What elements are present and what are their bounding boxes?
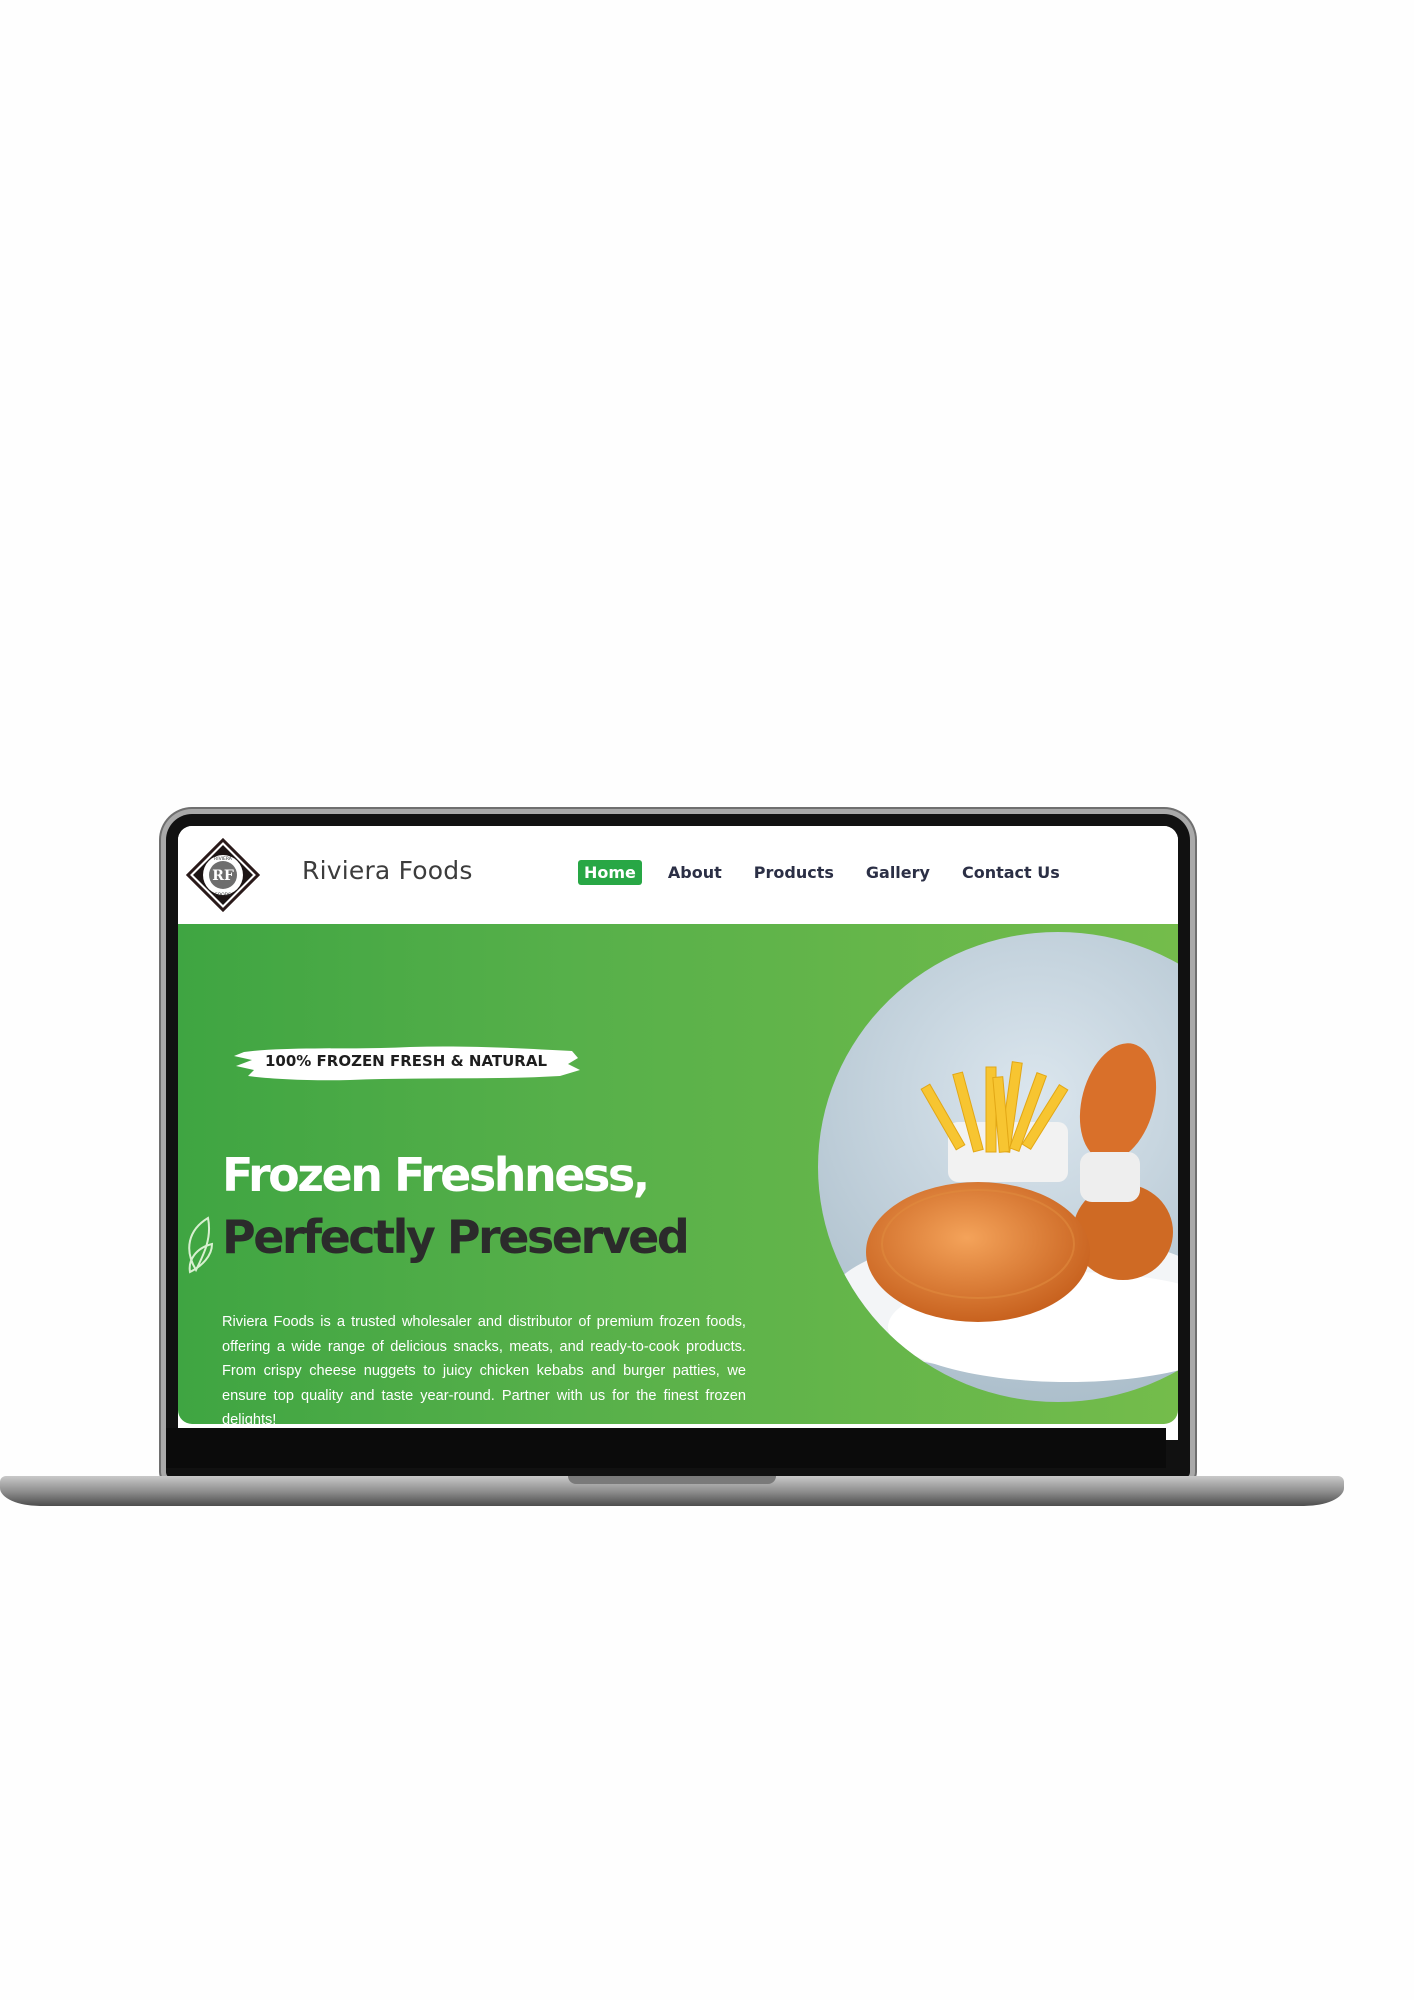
logo-text-bottom: FOODS [215, 892, 231, 898]
nav-home[interactable]: Home [578, 860, 642, 885]
hero-food-image [818, 932, 1178, 1402]
page-background: RF RIVIERA FOODS Riviera Foods Home Abou… [0, 0, 1414, 2000]
leaf-icon [188, 1216, 214, 1274]
nav-gallery[interactable]: Gallery [860, 860, 936, 885]
headline-line2: Perfectly Preserved [222, 1210, 690, 1264]
nav-products[interactable]: Products [748, 860, 840, 885]
hero-section: 100% FROZEN FRESH & NATURAL Frozen Fresh… [178, 924, 1178, 1424]
main-nav: Home About Products Gallery Contact Us [578, 860, 1066, 885]
brand-name[interactable]: Riviera Foods [302, 856, 473, 885]
keyboard-reflection [166, 1428, 1166, 1468]
logo-text-top: RIVIERA [214, 856, 233, 862]
headline-line1: Frozen Freshness, [222, 1148, 650, 1202]
laptop-notch [568, 1476, 776, 1484]
laptop-screen: RF RIVIERA FOODS Riviera Foods Home Abou… [178, 826, 1178, 1440]
hero-description: Riviera Foods is a trusted wholesaler an… [222, 1314, 746, 1424]
nav-about[interactable]: About [662, 860, 728, 885]
laptop-lid: RF RIVIERA FOODS Riviera Foods Home Abou… [166, 814, 1190, 1478]
logo-monogram: RF [212, 868, 234, 884]
tagline-text: 100% FROZEN FRESH & NATURAL [264, 1052, 548, 1070]
logo-icon[interactable]: RF RIVIERA FOODS [185, 837, 261, 913]
navbar: RF RIVIERA FOODS Riviera Foods Home Abou… [178, 826, 1178, 924]
laptop-base [0, 1476, 1344, 1506]
nav-contact[interactable]: Contact Us [956, 860, 1066, 885]
tagline-badge: 100% FROZEN FRESH & NATURAL [230, 1042, 582, 1084]
